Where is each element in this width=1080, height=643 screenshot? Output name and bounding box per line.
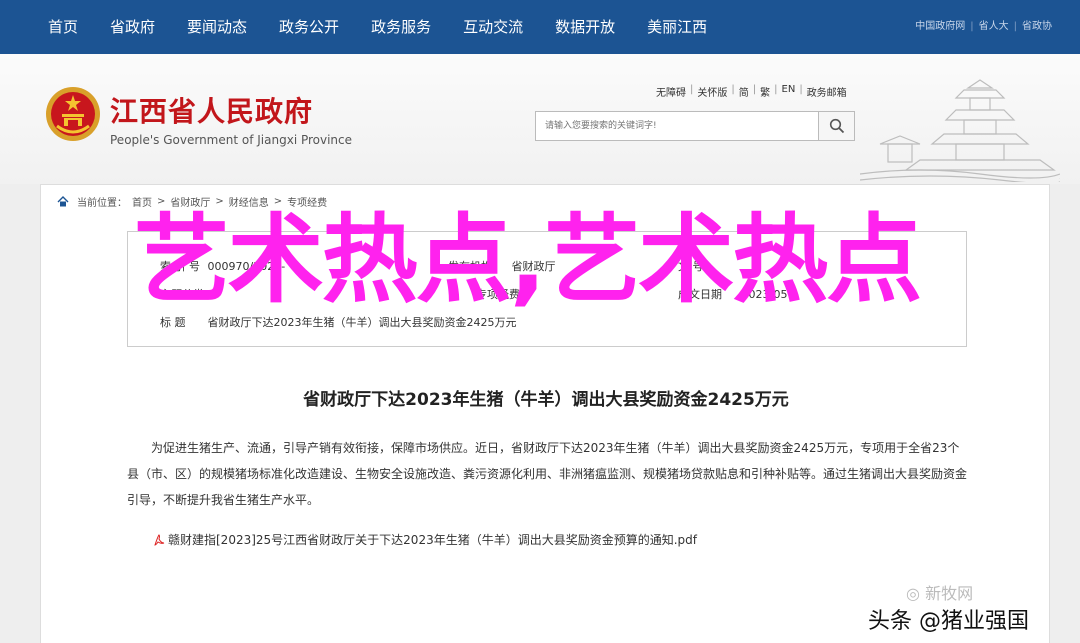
tool-traditional[interactable]: 繁 [760, 84, 770, 99]
meta-publisher: 发布机构 省财政厅 [448, 258, 556, 274]
separator: | [690, 84, 694, 95]
search-icon [829, 118, 844, 134]
meta-docno: 文 号 [678, 258, 722, 274]
meta-subject-value: 专项经费 [476, 288, 520, 301]
site-title: 江西省人民政府 [110, 95, 314, 128]
meta-title-label: 标 题 [160, 316, 186, 329]
separator: | [774, 84, 778, 95]
tool-care-mode[interactable]: 关怀版 [697, 84, 727, 99]
link-provincial-congress[interactable]: 省人大 [979, 0, 1009, 54]
meta-index-label: 索 引 号 [160, 260, 200, 273]
pdf-icon [154, 533, 165, 546]
tool-gov-mail[interactable]: 政务邮箱 [807, 84, 847, 99]
content-panel: 当前位置： 首页 > 省财政厅 > 财经信息 > 专项经费 索 引 号 0009… [40, 184, 1050, 643]
separator: | [752, 84, 757, 95]
nav-item-services[interactable]: 政务服务 [361, 0, 441, 54]
nav-item-news[interactable]: 要闻动态 [177, 0, 257, 54]
tool-accessibility[interactable]: 无障碍 [656, 84, 686, 99]
watermark-text: 新牧网 [925, 584, 974, 603]
separator: | [799, 84, 803, 95]
meta-title: 标 题 省财政厅下达2023年生猪（牛羊）调出大县奖励资金2425万元 [160, 314, 517, 330]
article-body: 为促进生猪生产、流通，引导产销有效衔接，保障市场供应。近日，省财政厅下达2023… [127, 441, 968, 507]
accessibility-tools: 无障碍 | 关怀版 | 简 | 繁 | EN | 政务邮箱 [656, 84, 847, 99]
main-menu: 首页 省政府 要闻动态 政务公开 政务服务 互动交流 数据开放 美丽江西 [38, 0, 729, 54]
separator: | [731, 84, 735, 95]
breadcrumb: 当前位置： 首页 > 省财政厅 > 财经信息 > 专项经费 [57, 194, 327, 209]
author-credit: 头条 @猪业强国 [868, 609, 1029, 634]
meta-subject-label: 主题分类 [160, 288, 204, 301]
national-emblem-icon [46, 87, 100, 141]
wechat-icon: ◎ [906, 584, 920, 603]
breadcrumb-item-special-funds[interactable]: 专项经费 [287, 194, 327, 209]
meta-index: 索 引 号 000970/2023- [160, 258, 285, 274]
meta-docno-label: 文 号 [678, 260, 704, 273]
top-navigation: 首页 省政府 要闻动态 政务公开 政务服务 互动交流 数据开放 美丽江西 中国政… [0, 0, 1080, 54]
separator: | [1013, 21, 1017, 32]
external-links: 中国政府网 | 省人大 | 省政协 [915, 0, 1052, 54]
nav-item-public-affairs[interactable]: 政务公开 [269, 0, 349, 54]
source-watermark: ◎ 新牧网 [906, 580, 973, 604]
nav-item-interaction[interactable]: 互动交流 [453, 0, 533, 54]
search-box [535, 111, 855, 141]
nav-item-open-data[interactable]: 数据开放 [545, 0, 625, 54]
meta-title-value: 省财政厅下达2023年生猪（牛羊）调出大县奖励资金2425万元 [207, 316, 517, 329]
document-metadata: 索 引 号 000970/2023- 发布机构 省财政厅 文 号 主题分类 专项… [127, 231, 967, 347]
breadcrumb-item-finance-info[interactable]: 财经信息 [229, 194, 269, 209]
breadcrumb-separator: > [215, 196, 224, 207]
nav-item-home[interactable]: 首页 [38, 0, 88, 54]
meta-publisher-label: 发布机构 [448, 260, 492, 273]
breadcrumb-item-home[interactable]: 首页 [132, 194, 152, 209]
attachment-filename: 赣财建指[2023]25号江西省财政厅关于下达2023年生猪（牛羊）调出大县奖励… [168, 533, 697, 547]
meta-publisher-value: 省财政厅 [511, 260, 556, 273]
breadcrumb-separator: > [273, 196, 283, 207]
attachment-link[interactable]: 赣财建指[2023]25号江西省财政厅关于下达2023年生猪（牛羊）调出大县奖励… [153, 531, 697, 548]
meta-date: 成文日期 2023-05 [678, 286, 787, 302]
search-input[interactable] [536, 112, 819, 140]
search-button[interactable] [818, 112, 854, 140]
article-title: 省财政厅下达2023年生猪（牛羊）调出大县奖励资金2425万元 [303, 390, 789, 410]
meta-subject: 主题分类 [160, 286, 220, 302]
breadcrumb-separator: > [157, 196, 166, 207]
separator: | [970, 21, 974, 32]
tool-english[interactable]: EN [782, 84, 796, 99]
breadcrumb-item-finance-dept[interactable]: 省财政厅 [170, 194, 210, 209]
pagoda-illustration [860, 79, 1060, 182]
site-header: 江西省人民政府 People's Government of Jiangxi P… [0, 54, 1080, 184]
link-cppcc[interactable]: 省政协 [1022, 0, 1052, 54]
link-central-gov[interactable]: 中国政府网 [915, 0, 965, 54]
nav-item-beautiful-jiangxi[interactable]: 美丽江西 [637, 0, 717, 54]
meta-date-value: 2023-05 [741, 288, 788, 301]
tool-simplified[interactable]: 简 [739, 84, 749, 99]
breadcrumb-label: 当前位置： [77, 198, 127, 209]
meta-index-value: 000970/2023- [207, 260, 286, 273]
nav-item-government[interactable]: 省政府 [100, 0, 165, 54]
home-icon [57, 196, 69, 207]
site-subtitle: People's Government of Jiangxi Province [110, 133, 353, 147]
meta-date-label: 成文日期 [678, 288, 722, 301]
